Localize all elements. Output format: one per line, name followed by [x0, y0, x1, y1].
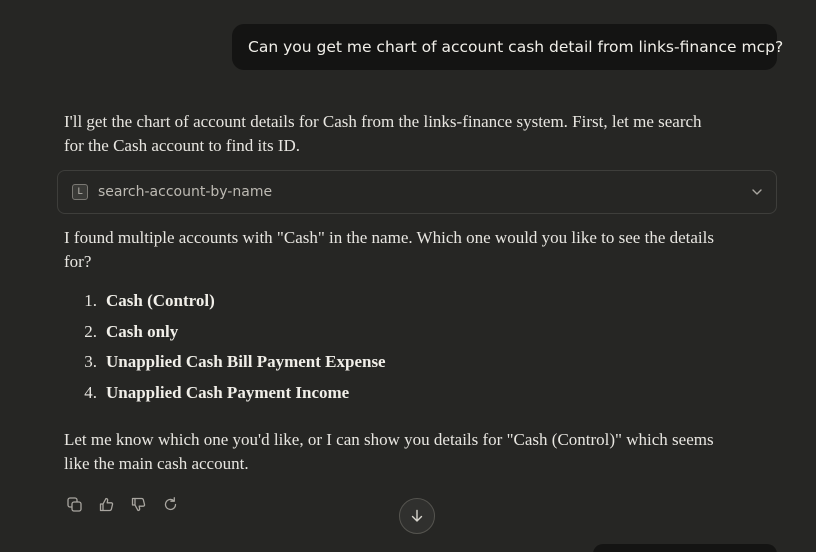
chevron-down-icon[interactable] [750, 185, 764, 199]
user-message-bubble: Can you get me chart of account cash det… [232, 24, 783, 70]
assistant-intro-text: I'll get the chart of account details fo… [64, 112, 702, 155]
tool-call-toggle[interactable]: L search-account-by-name [57, 170, 777, 214]
thumbs-up-icon[interactable] [96, 494, 116, 514]
list-item-label: Cash only [106, 321, 179, 341]
list-item: 4. Unapplied Cash Payment Income [64, 378, 386, 409]
list-item-number: 3. [84, 352, 97, 372]
list-item: 1. Cash (Control) [64, 286, 386, 317]
list-item-number: 4. [84, 382, 97, 402]
next-user-message-bubble [593, 544, 777, 552]
list-item: 2. Cash only [64, 317, 386, 348]
links-finance-logo-icon: L [72, 184, 88, 200]
tool-call-name: search-account-by-name [98, 184, 273, 200]
retry-icon[interactable] [160, 494, 180, 514]
assistant-closing-text: Let me know which one you'd like, or I c… [64, 430, 714, 473]
account-options-list: 1. Cash (Control) 2. Cash only 3. Unappl… [64, 286, 386, 409]
scroll-to-bottom-button[interactable] [399, 498, 435, 534]
thumbs-down-icon[interactable] [128, 494, 148, 514]
assistant-found-text: I found multiple accounts with "Cash" in… [64, 228, 714, 271]
copy-icon[interactable] [64, 494, 84, 514]
message-actions [64, 494, 180, 514]
list-item-number: 1. [84, 291, 97, 311]
list-item-number: 2. [84, 321, 97, 341]
list-item: 3. Unapplied Cash Bill Payment Expense [64, 347, 386, 378]
list-item-label: Cash (Control) [106, 291, 215, 311]
list-item-label: Unapplied Cash Bill Payment Expense [106, 352, 386, 372]
user-message-text: Can you get me chart of account cash det… [248, 38, 784, 56]
arrow-down-icon [411, 509, 423, 522]
list-item-label: Unapplied Cash Payment Income [106, 382, 350, 402]
